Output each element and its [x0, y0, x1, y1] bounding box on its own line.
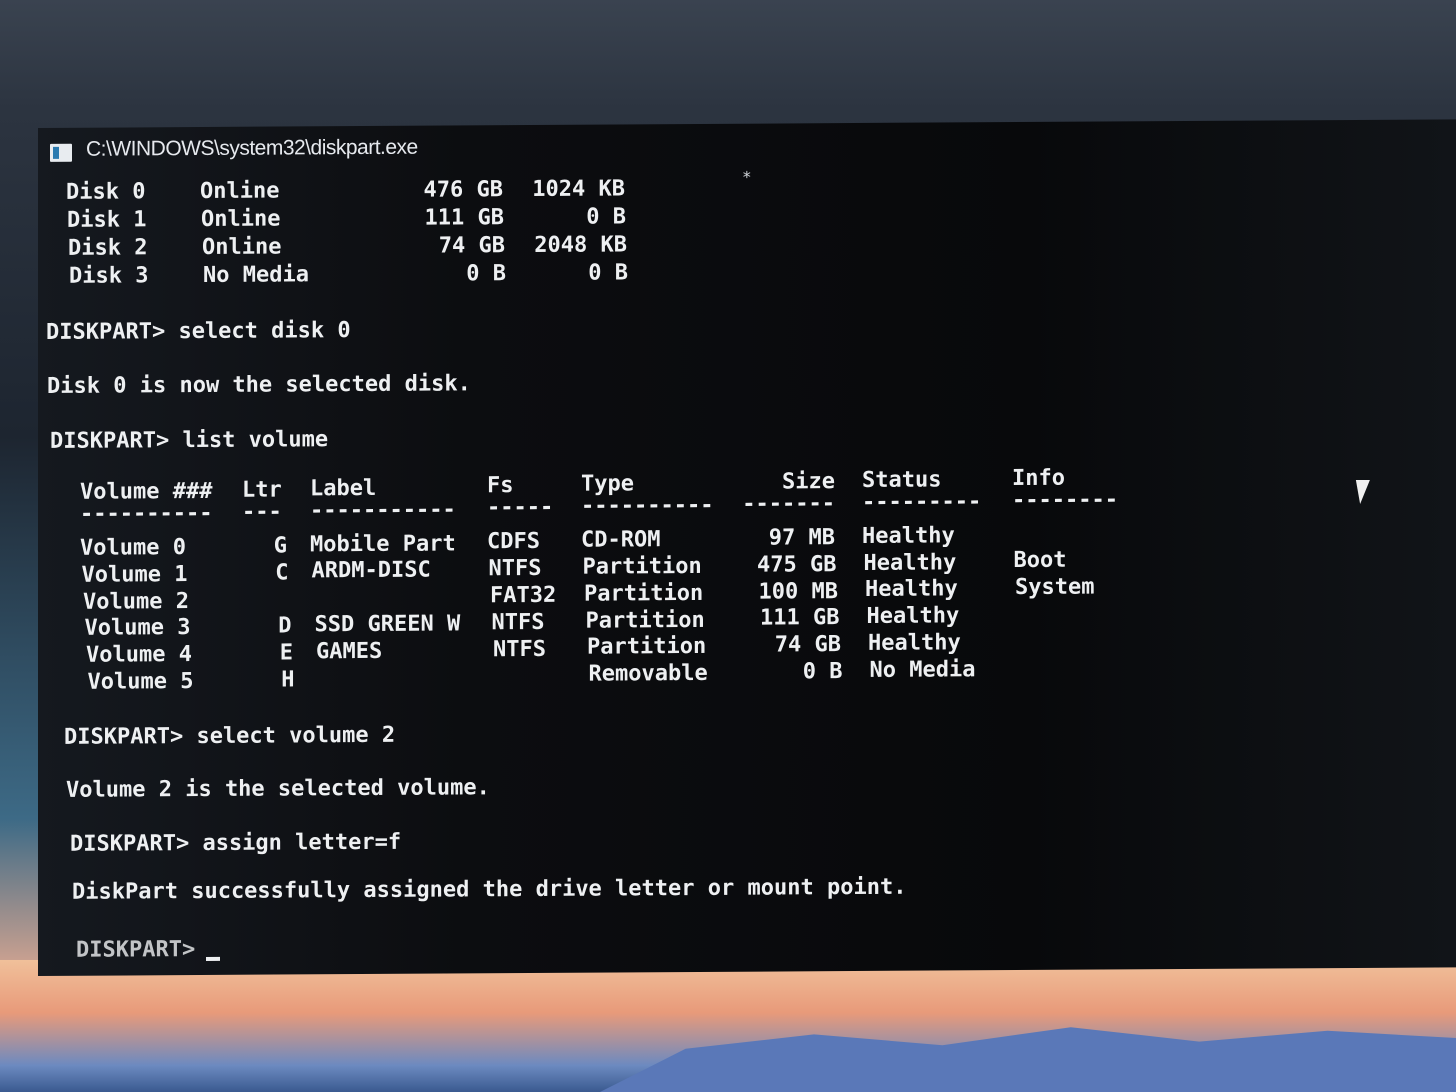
column-separator: -----: [487, 495, 554, 521]
volume-fs: NTFS: [491, 609, 545, 636]
disk-size: 111 GB: [424, 205, 504, 231]
volume-label: SSD GREEN W: [314, 611, 461, 638]
column-separator: ----------: [80, 500, 213, 527]
volume-label: Mobile Part: [310, 531, 456, 557]
disk-status: No Media: [203, 262, 309, 288]
volume-number: Volume 5: [87, 669, 194, 695]
volume-fs: FAT32: [490, 582, 557, 609]
volume-info: [1012, 521, 1132, 522]
volume-size: 97 MB: [768, 525, 835, 551]
output-line: Disk 0 is now the selected disk.: [47, 371, 471, 399]
volume-size: 74 GB: [774, 632, 841, 658]
volume-info: [1017, 601, 1137, 602]
disk-name: Disk 1: [67, 207, 147, 233]
command-line: DISKPART> assign letter=f: [70, 829, 402, 857]
volume-info: [1018, 628, 1138, 629]
disk-free: 1024 KB: [532, 176, 625, 202]
column-separator: -----------: [310, 497, 456, 523]
volume-number: Volume 2: [83, 588, 189, 615]
volume-status: No Media: [869, 657, 976, 683]
column-separator: ---------: [862, 489, 982, 515]
volume-type: Partition: [582, 553, 702, 580]
disk-size: 0 B: [466, 261, 506, 287]
volume-fs: NTFS: [493, 636, 546, 662]
volume-size: 100 MB: [758, 578, 838, 605]
volume-info: Boot: [1013, 548, 1067, 574]
volume-label: [313, 584, 483, 585]
volume-number: Volume 1: [81, 561, 188, 588]
volume-type: Partition: [584, 580, 704, 607]
disk-free: 0 B: [586, 204, 626, 230]
volume-letter: G: [273, 533, 287, 559]
output-line: Volume 2 is the selected volume.: [66, 775, 490, 803]
volume-letter: D: [278, 613, 292, 639]
volume-type: CD-ROM: [581, 527, 661, 553]
volume-number: Volume 0: [80, 535, 186, 561]
volume-info: [1020, 655, 1140, 656]
disk-status: Online: [200, 178, 280, 205]
volume-letter: H: [281, 667, 295, 693]
text-cursor: [206, 956, 220, 961]
window-title: C:\WINDOWS\system32\diskpart.exe: [86, 135, 418, 161]
volume-letter: C: [275, 560, 289, 586]
volume-label: [318, 665, 488, 666]
volume-type: Removable: [588, 661, 708, 687]
volume-type: Partition: [585, 607, 705, 634]
volume-status: Healthy: [862, 523, 955, 549]
volume-info: System: [1015, 574, 1095, 601]
volume-status: Healthy: [863, 549, 957, 576]
command-line: DISKPART> list volume: [50, 427, 329, 454]
disk-size: 74 GB: [438, 233, 505, 259]
volume-fs: CDFS: [487, 529, 540, 555]
disk-status: Online: [202, 234, 282, 260]
volume-size: 0 B: [802, 659, 843, 685]
disk-free: 2048 KB: [534, 232, 627, 258]
column-separator: ----------: [581, 493, 714, 519]
output-line: DiskPart successfully assigned the drive…: [72, 874, 907, 905]
disk-name: Disk 2: [68, 235, 148, 261]
volume-status: Healthy: [865, 576, 958, 603]
command-line: DISKPART> select volume 2: [64, 722, 396, 750]
prompt-line[interactable]: DISKPART>: [76, 937, 208, 964]
disk-name: Disk 3: [69, 263, 149, 289]
disk-size: 476 GB: [423, 177, 503, 203]
volume-fs: NTFS: [488, 556, 542, 582]
volume-label: GAMES: [316, 638, 383, 665]
volume-status: Healthy: [866, 603, 960, 630]
volume-number: Volume 4: [86, 642, 192, 668]
volume-label: ARDM-DISC: [311, 557, 431, 584]
volume-size: 475 GB: [757, 551, 837, 578]
disk-dyn-marker: *: [742, 167, 752, 187]
volume-letter: E: [279, 640, 293, 666]
disk-status: Online: [201, 206, 281, 233]
column-separator: --------: [1012, 486, 1118, 513]
column-separator: -------: [742, 491, 835, 517]
volume-status: Healthy: [868, 630, 961, 656]
column-separator: ---: [242, 499, 282, 525]
console-app-icon: [50, 143, 72, 162]
disk-free: 0 B: [588, 260, 628, 286]
volume-size: 111 GB: [760, 605, 840, 631]
volume-number: Volume 3: [84, 615, 191, 642]
command-line: DISKPART> select disk 0: [46, 318, 351, 345]
volume-type: Partition: [587, 634, 707, 661]
disk-name: Disk 0: [66, 179, 146, 205]
title-bar[interactable]: C:\WINDOWS\system32\diskpart.exe: [38, 119, 1456, 174]
diskpart-console-window[interactable]: C:\WINDOWS\system32\diskpart.exe Disk 0 O…: [38, 119, 1456, 976]
